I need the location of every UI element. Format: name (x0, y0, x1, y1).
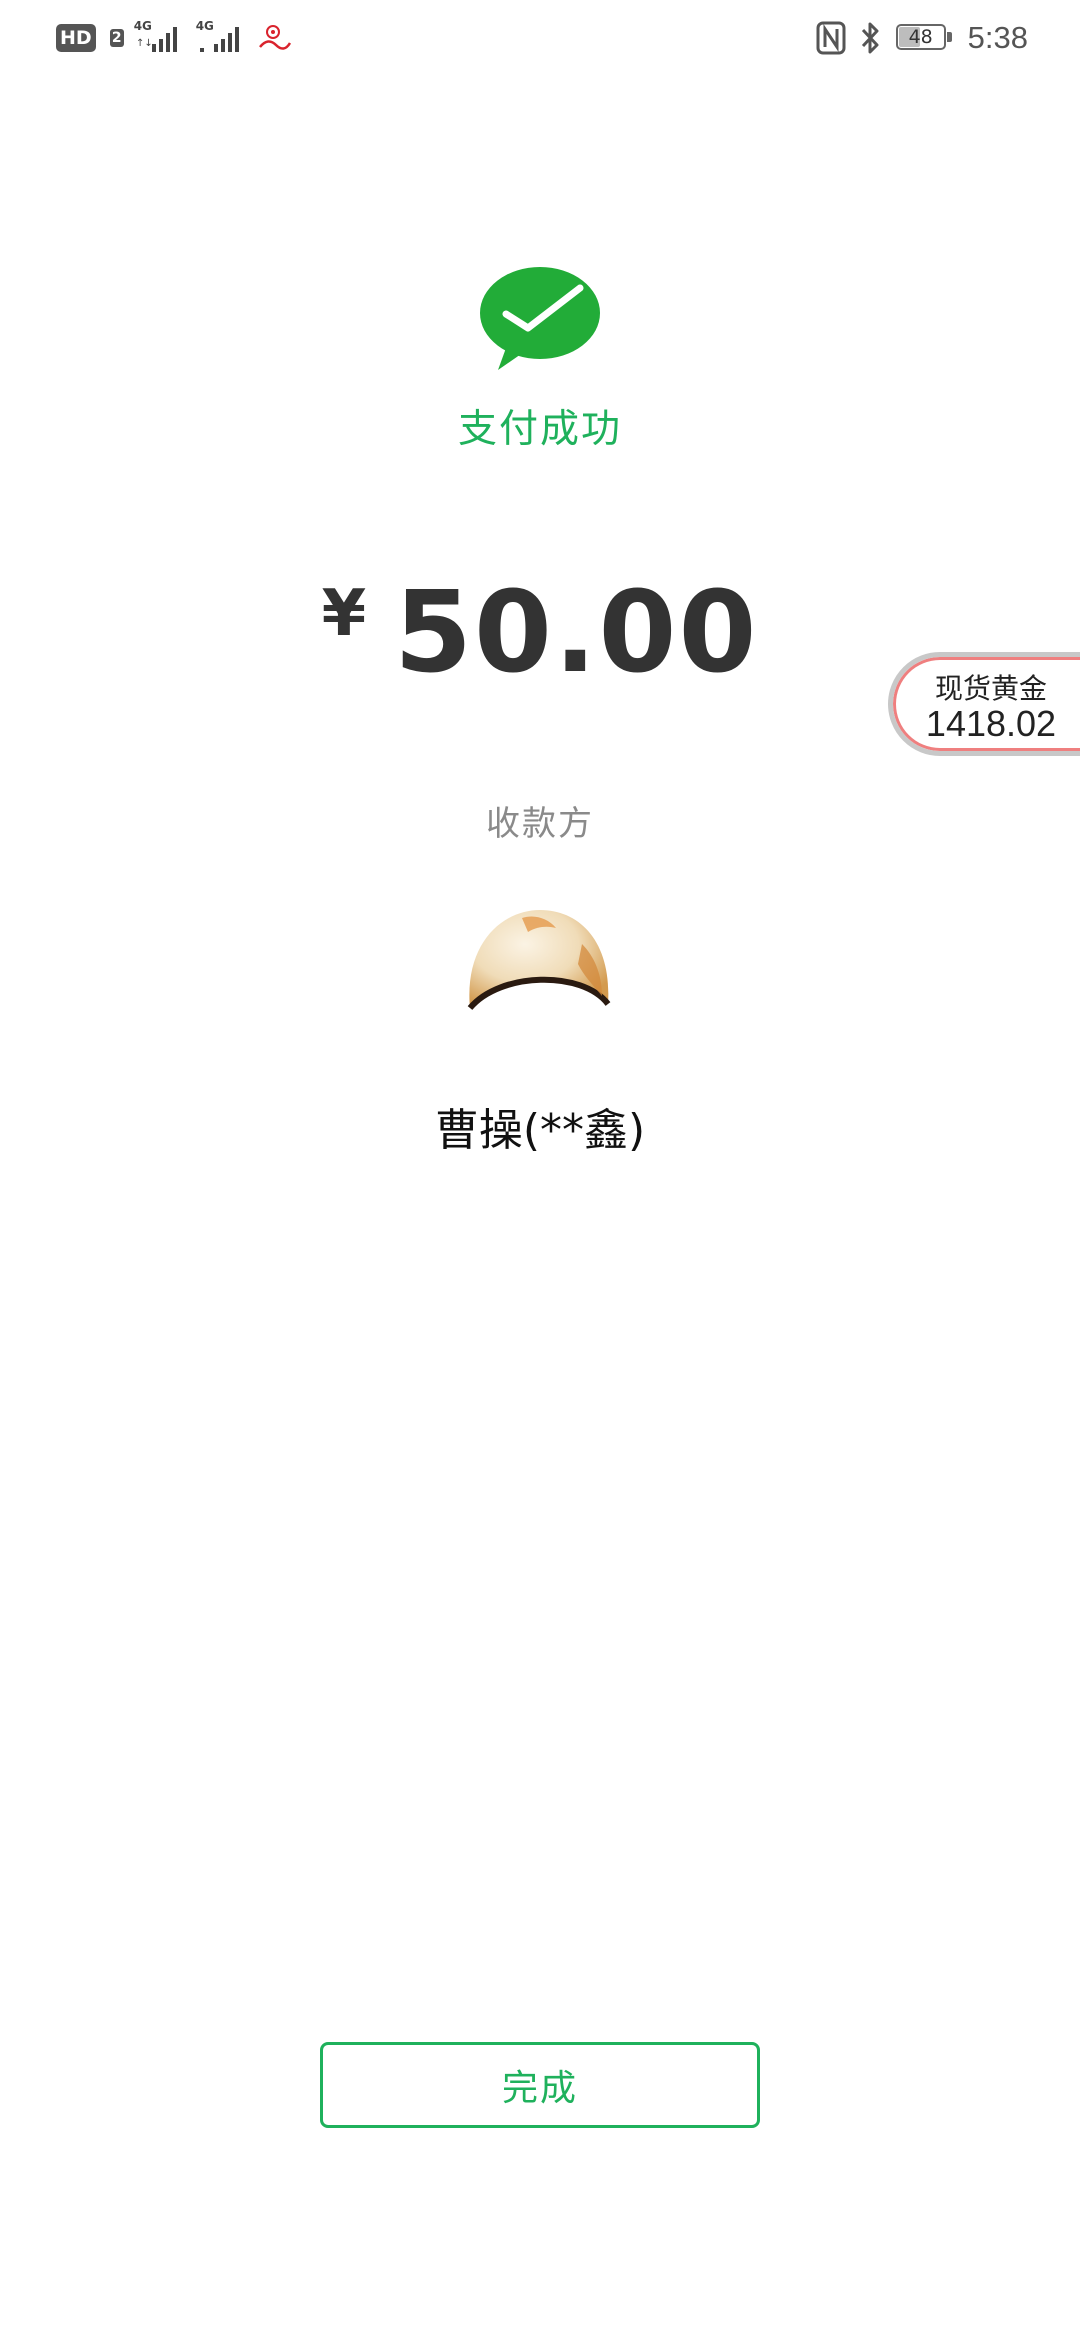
battery-icon: 48 (895, 24, 954, 52)
battery-percent: 48 (908, 26, 933, 48)
gold-price-floating-widget[interactable]: 现货黄金 1418.02 (888, 652, 1080, 756)
status-bar: HD 2 4G ↑↓ 4G 48 5:38 (0, 0, 1080, 76)
status-time: 5:38 (967, 20, 1028, 55)
nfc-icon (816, 21, 846, 55)
gold-widget-price: 1418.02 (925, 703, 1057, 744)
status-bar-left: HD 2 4G ↑↓ 4G (56, 20, 292, 56)
status-bar-right: 48 5:38 (816, 18, 1028, 58)
payee-name: 曹操(**鑫) (434, 1105, 646, 1156)
gold-widget-title: 现货黄金 (934, 672, 1047, 705)
avatar (467, 910, 611, 1011)
hd-icon: HD (56, 24, 96, 52)
signal-icon: 4G ↑↓ (134, 20, 186, 56)
payee-label: 收款方 (486, 804, 594, 844)
wechat-pay-success-icon (480, 267, 600, 370)
signal-icon: 4G (196, 20, 248, 56)
payment-status-text: 支付成功 (457, 407, 622, 452)
sina-icon (258, 25, 291, 50)
done-button[interactable]: 完成 (320, 2042, 760, 2128)
hd-sim-badge: 2 (109, 29, 124, 47)
currency-symbol: ¥ (321, 577, 367, 651)
svg-text:↑↓: ↑↓ (136, 38, 153, 49)
bluetooth-icon (861, 22, 879, 54)
amount-value: 50.00 (394, 568, 759, 698)
